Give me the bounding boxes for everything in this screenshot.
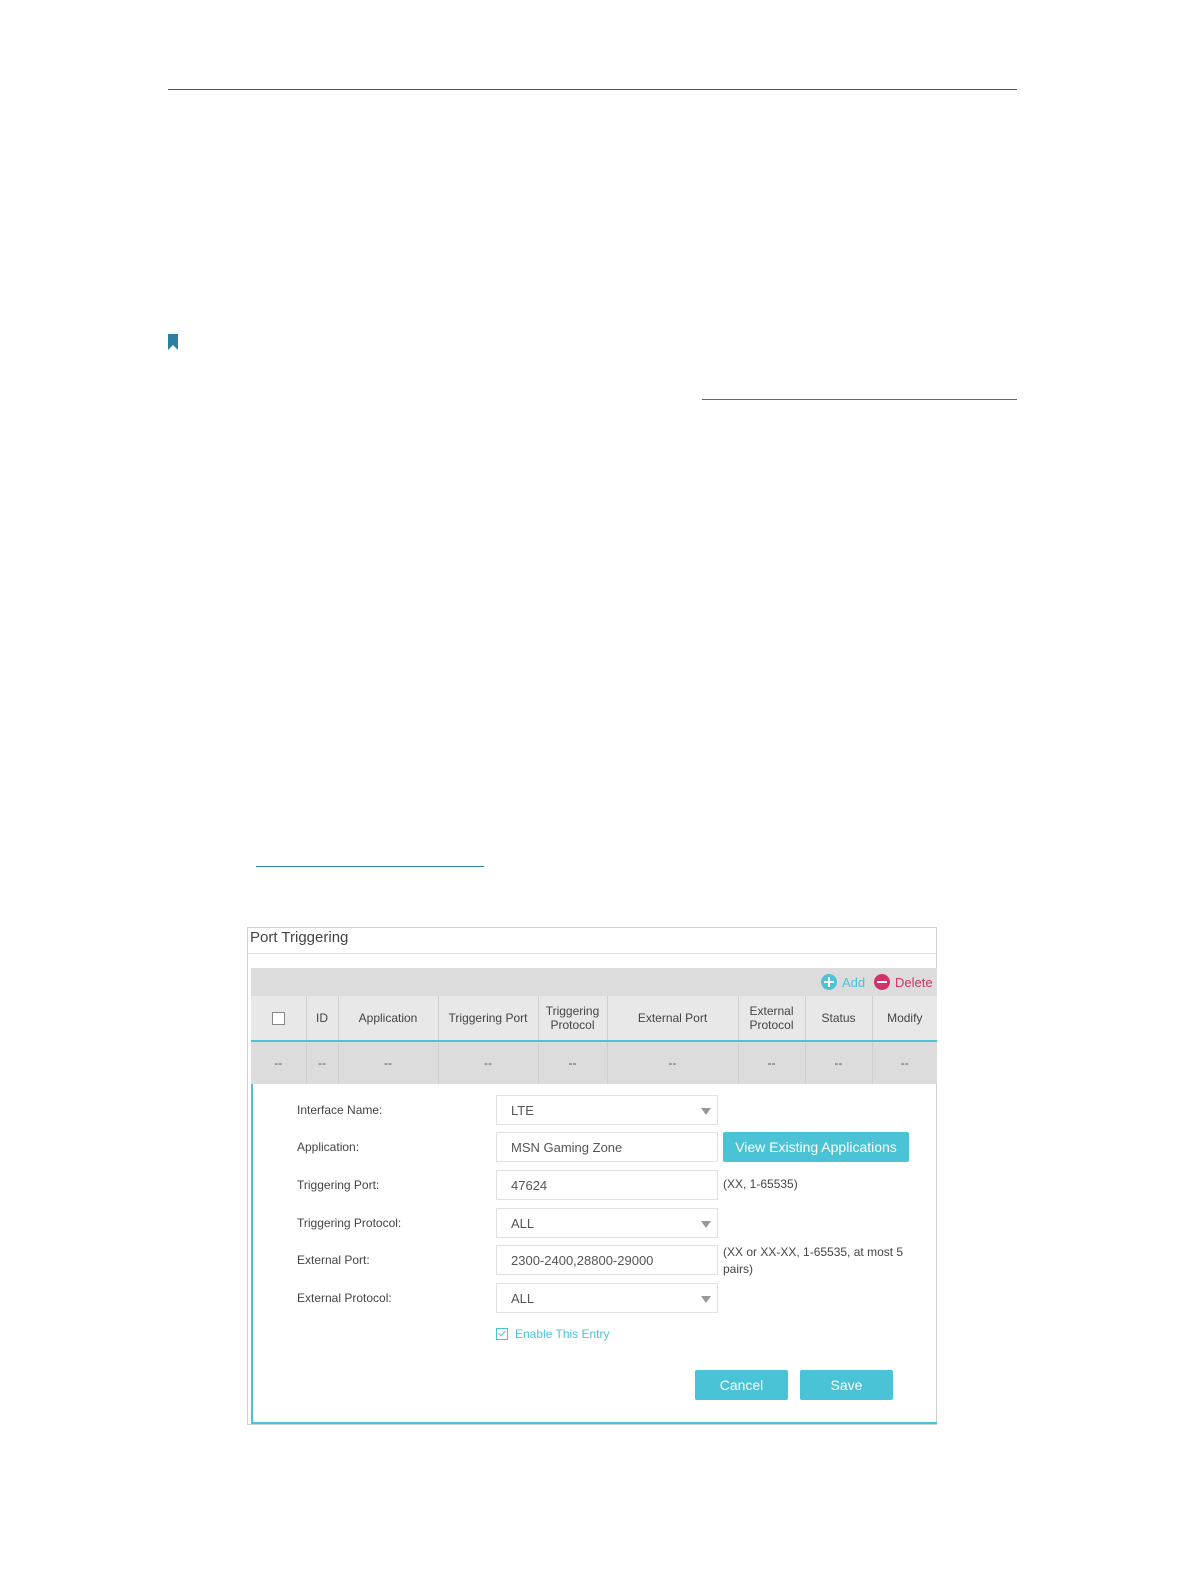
enable-entry-checkbox[interactable]: Enable This Entry [496, 1327, 610, 1341]
panel-title-divider [248, 953, 936, 954]
delete-label: Delete [895, 974, 933, 990]
panel-title: Port Triggering [250, 929, 349, 946]
enable-entry-label: Enable This Entry [515, 1327, 610, 1341]
external-port-input[interactable]: 2300-2400,28800-29000 [496, 1245, 718, 1275]
select-all-checkbox[interactable] [271, 1012, 285, 1026]
triggering-protocol-select[interactable]: ALL [496, 1208, 718, 1238]
column-header: ID [305, 996, 338, 1042]
dropdown-arrow-icon [701, 1296, 711, 1303]
triggering-port-label: Triggering Port: [297, 1178, 380, 1192]
application-value: MSN Gaming Zone [511, 1139, 623, 1155]
table-cell: -- [437, 1041, 538, 1084]
column-header: Modify [871, 996, 937, 1042]
delete-icon [874, 974, 890, 990]
view-existing-applications-button[interactable]: View Existing Applications [723, 1132, 909, 1162]
link-underline [256, 866, 484, 867]
table-row: -- -- -- -- -- -- -- -- -- [251, 1041, 937, 1084]
page-header-rule [168, 89, 1017, 90]
port-triggering-panel: Port Triggering Add Delete ID Applicatio… [247, 927, 937, 1425]
delete-button[interactable]: Delete [874, 968, 933, 996]
port-triggering-table: ID Application Triggering Port Triggerin… [251, 996, 937, 1084]
add-button[interactable]: Add [821, 968, 865, 996]
interface-name-value: LTE [511, 1102, 534, 1118]
select-all-header [251, 996, 306, 1042]
triggering-port-value: 47624 [511, 1177, 548, 1193]
external-port-value: 2300-2400,28800-29000 [511, 1252, 654, 1268]
triggering-protocol-label: Triggering Protocol: [297, 1216, 402, 1230]
table-cell: -- [737, 1041, 805, 1084]
column-header: Status [804, 996, 872, 1042]
application-input[interactable]: MSN Gaming Zone [496, 1132, 718, 1162]
table-cell: -- [337, 1041, 438, 1084]
bookmark-icon [168, 334, 178, 350]
add-icon [821, 974, 837, 990]
checkbox-checked-icon [496, 1328, 508, 1340]
dropdown-arrow-icon [701, 1108, 711, 1115]
cancel-button[interactable]: Cancel [695, 1370, 788, 1400]
interface-name-label: Interface Name: [297, 1103, 383, 1117]
table-cell: -- [537, 1041, 607, 1084]
table-cell: -- [804, 1041, 872, 1084]
table-header-row: ID Application Triggering Port Triggerin… [251, 996, 937, 1042]
column-header: Triggering Port [437, 996, 538, 1042]
application-label: Application: [297, 1140, 360, 1154]
triggering-port-input[interactable]: 47624 [496, 1170, 718, 1200]
external-protocol-select[interactable]: ALL [496, 1283, 718, 1313]
external-port-label: External Port: [297, 1253, 370, 1267]
table-cell: -- [251, 1041, 306, 1084]
external-port-hint: (XX or XX-XX, 1-65535, at most 5 pairs) [723, 1245, 904, 1276]
external-protocol-label: External Protocol: [297, 1291, 392, 1305]
entry-form: Interface Name: LTE Application: MSN Gam… [251, 1084, 937, 1424]
table-toolbar: Add Delete [251, 968, 937, 996]
interface-name-select[interactable]: LTE [496, 1095, 718, 1125]
save-button[interactable]: Save [800, 1370, 893, 1400]
link-underline [702, 399, 1017, 400]
external-protocol-value: ALL [511, 1290, 535, 1306]
dropdown-arrow-icon [701, 1221, 711, 1228]
column-header: Triggering Protocol [537, 996, 607, 1042]
table-cell: -- [871, 1041, 937, 1084]
table-cell: -- [606, 1041, 738, 1084]
column-header: External Protocol [737, 996, 805, 1042]
column-header: Application [337, 996, 438, 1042]
table-cell: -- [305, 1041, 338, 1084]
add-label: Add [842, 974, 866, 990]
triggering-protocol-value: ALL [511, 1215, 535, 1231]
column-header: External Port [606, 996, 738, 1042]
triggering-port-hint: (XX, 1-65535) [723, 1177, 798, 1191]
